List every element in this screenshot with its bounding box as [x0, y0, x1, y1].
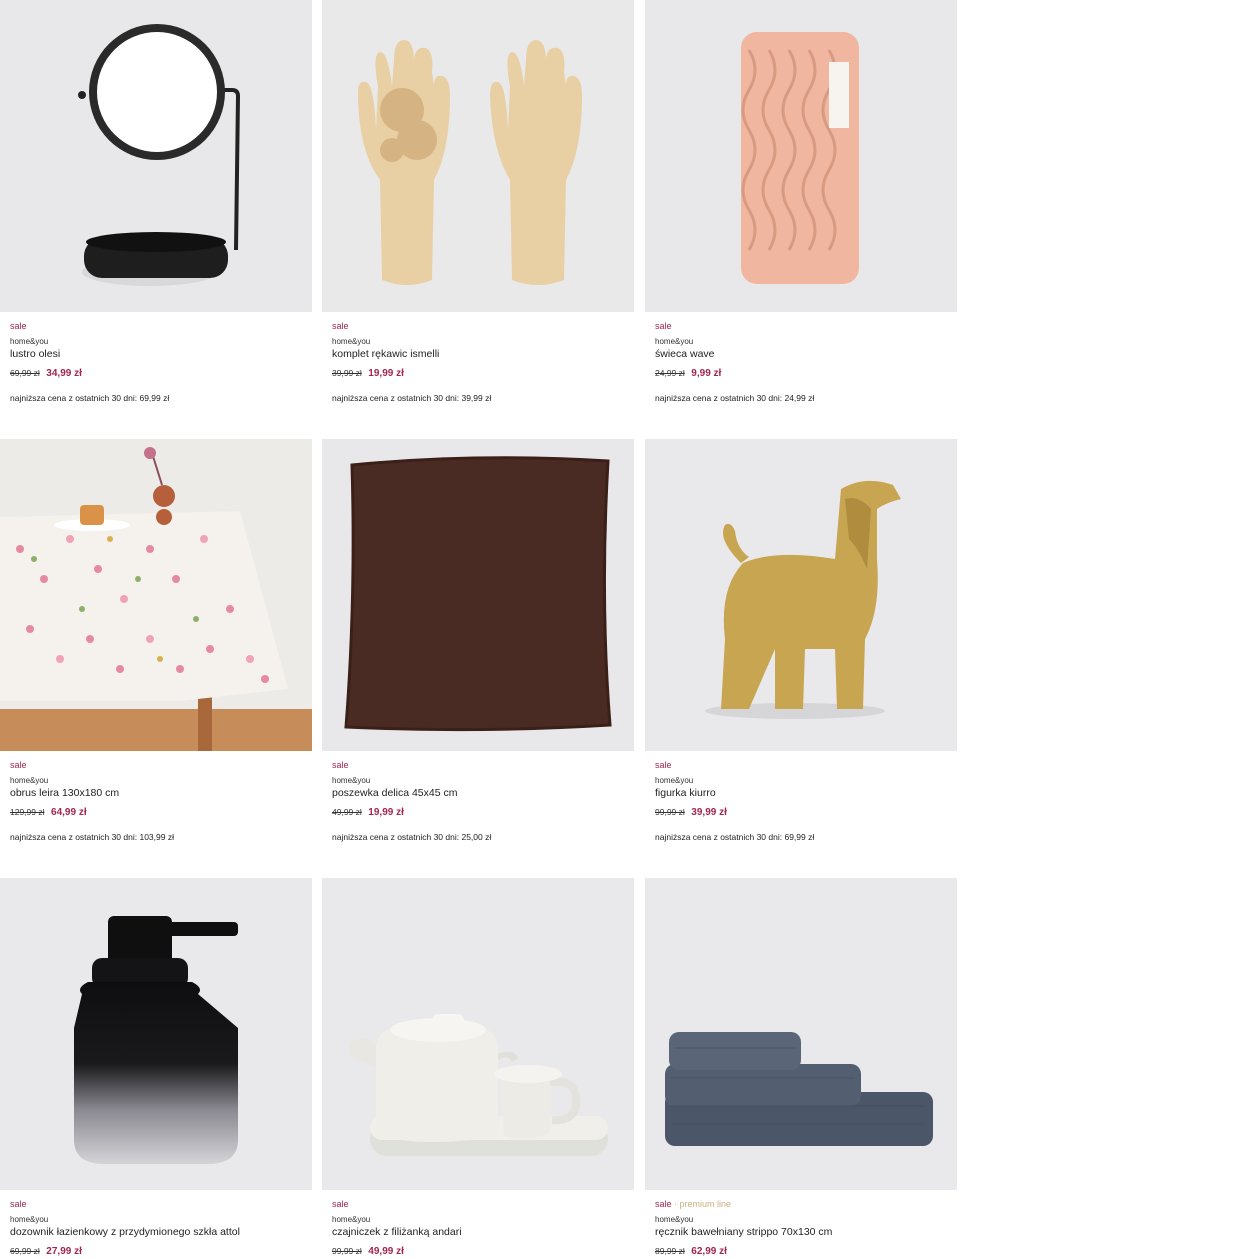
product-info: sale home&you lustro olesi 69,99 zł 34,9… [10, 320, 310, 404]
sale-badge: sale [655, 321, 672, 331]
product-info: sale home&you poszewka delica 45x45 cm 4… [332, 759, 632, 843]
product-name[interactable]: czajniczek z filiżanką andari [332, 1226, 632, 1239]
old-price: 49,99 zł [332, 807, 362, 817]
product-prices: 129,99 zł 64,99 zł [10, 806, 310, 819]
product-image-soap-dispenser[interactable] [0, 878, 312, 1190]
product-brand: home&you [655, 1215, 694, 1224]
product-image-candle[interactable] [645, 0, 957, 312]
sale-badge: sale [10, 1199, 27, 1209]
product-info: sale home&you komplet rękawic ismelli 39… [332, 320, 632, 404]
product-image-teapot[interactable] [322, 878, 634, 1190]
sale-badge: sale [10, 321, 27, 331]
sale-badge: sale [10, 760, 27, 770]
product-brand: home&you [10, 1215, 49, 1224]
candle-image [645, 0, 957, 312]
product-prices: 69,99 zł 34,99 zł [10, 367, 310, 380]
sale-price: 49,99 zł [368, 1246, 404, 1257]
product-prices: 39,99 zł 19,99 zł [332, 367, 632, 380]
sale-price: 19,99 zł [368, 368, 404, 379]
old-price: 39,99 zł [332, 368, 362, 378]
product-prices: 24,99 zł 9,99 zł [655, 367, 955, 380]
product-image-tablecloth[interactable] [0, 439, 312, 751]
sale-badge: sale [332, 760, 349, 770]
product-name[interactable]: poszewka delica 45x45 cm [332, 787, 632, 800]
premium-line-badge: premium line [679, 1199, 732, 1209]
product-name[interactable]: figurka kiurro [655, 787, 955, 800]
gloves-image [322, 0, 634, 312]
teapot-image [322, 878, 634, 1190]
product-name[interactable]: ręcznik bawełniany strippo 70x130 cm [655, 1226, 955, 1239]
product-image-pillow[interactable] [322, 439, 634, 751]
sale-badge: sale [332, 1199, 349, 1209]
lowest-price-note: najniższa cena z ostatnich 30 dni: 39,99… [332, 393, 492, 403]
product-image-gloves[interactable] [322, 0, 634, 312]
soap-dispenser-image [0, 878, 312, 1190]
product-info: sale home&you figurka kiurro 99,99 zł 39… [655, 759, 955, 843]
old-price: 69,99 zł [10, 1246, 40, 1256]
product-info: sale home&you świeca wave 24,99 zł 9,99 … [655, 320, 955, 404]
pillow-image [322, 439, 634, 751]
sale-price: 62,99 zł [691, 1246, 727, 1257]
sale-badge: sale [332, 321, 349, 331]
lowest-price-note: najniższa cena z ostatnich 30 dni: 69,99… [10, 393, 170, 403]
old-price: 99,99 zł [332, 1246, 362, 1256]
sale-price: 34,99 zł [46, 368, 82, 379]
mirror-image [0, 0, 312, 312]
product-name[interactable]: dozownik łazienkowy z przydymionego szkł… [10, 1226, 310, 1239]
product-prices: 49,99 zł 19,99 zł [332, 806, 632, 819]
product-image-dog-figurine[interactable] [645, 439, 957, 751]
product-brand: home&you [655, 776, 694, 785]
dog-figurine-image [645, 439, 957, 751]
sale-badge: sale [655, 760, 672, 770]
product-prices: 69,99 zł 27,99 zł [10, 1245, 310, 1258]
old-price: 69,99 zł [10, 368, 40, 378]
old-price: 129,99 zł [10, 807, 45, 817]
product-brand: home&you [10, 776, 49, 785]
tablecloth-image [0, 439, 312, 751]
sale-badge: sale · premium line [655, 1199, 732, 1209]
lowest-price-note: najniższa cena z ostatnich 30 dni: 25,00… [332, 832, 492, 842]
product-brand: home&you [332, 337, 371, 346]
product-prices: 89,99 zł 62,99 zł [655, 1245, 955, 1258]
product-brand: home&you [332, 1215, 371, 1224]
product-info: sale · premium line home&you ręcznik baw… [655, 1198, 955, 1258]
product-info: sale home&you dozownik łazienkowy z przy… [10, 1198, 310, 1258]
old-price: 89,99 zł [655, 1246, 685, 1256]
towels-image [645, 878, 957, 1190]
product-brand: home&you [655, 337, 694, 346]
product-name[interactable]: świeca wave [655, 348, 955, 361]
sale-price: 19,99 zł [368, 807, 404, 818]
product-info: sale home&you obrus leira 130x180 cm 129… [10, 759, 310, 843]
sale-price: 39,99 zł [691, 807, 727, 818]
product-name[interactable]: komplet rękawic ismelli [332, 348, 632, 361]
product-brand: home&you [332, 776, 371, 785]
product-prices: 99,99 zł 49,99 zł [332, 1245, 632, 1258]
sale-price: 64,99 zł [51, 807, 87, 818]
product-name[interactable]: obrus leira 130x180 cm [10, 787, 310, 800]
product-image-towels[interactable] [645, 878, 957, 1190]
old-price: 24,99 zł [655, 368, 685, 378]
sale-price: 9,99 zł [691, 368, 722, 379]
product-brand: home&you [10, 337, 49, 346]
premium-separator: · [674, 1199, 678, 1209]
lowest-price-note: najniższa cena z ostatnich 30 dni: 69,99… [655, 832, 815, 842]
product-prices: 99,99 zł 39,99 zł [655, 806, 955, 819]
product-image-mirror[interactable] [0, 0, 312, 312]
lowest-price-note: najniższa cena z ostatnich 30 dni: 24,99… [655, 393, 815, 403]
product-name[interactable]: lustro olesi [10, 348, 310, 361]
lowest-price-note: najniższa cena z ostatnich 30 dni: 103,9… [10, 832, 174, 842]
product-info: sale home&you czajniczek z filiżanką and… [332, 1198, 632, 1258]
sale-price: 27,99 zł [46, 1246, 82, 1257]
old-price: 99,99 zł [655, 807, 685, 817]
